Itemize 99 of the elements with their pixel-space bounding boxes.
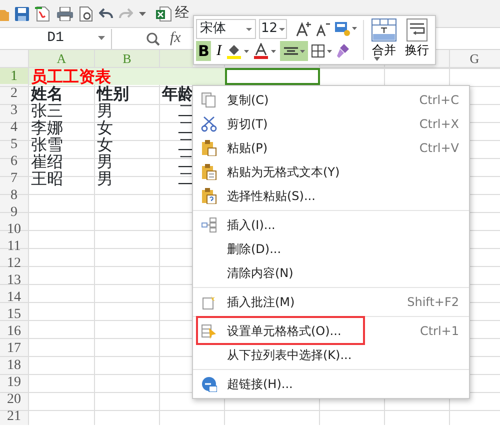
print-preview-icon[interactable] [79,6,93,22]
save-icon[interactable] [15,6,29,20]
bold-button[interactable]: B [196,41,212,61]
table-cell[interactable]: 员工工资表 [29,68,225,85]
clipboard-icon [201,164,217,180]
menu-item[interactable]: 插入批注(M) Shift+F2 [193,290,469,314]
table-cell-text: 性别 [96,84,129,103]
shortcut-label: Shift+F2 [407,294,459,311]
grow-font-icon[interactable] [296,21,312,37]
row-number[interactable]: 14 [0,289,28,305]
copy-icon [201,92,217,108]
table-cell-text: 二 [177,136,194,153]
menu-item[interactable]: 超链接(H)... [193,372,469,396]
name-box[interactable]: D1 [0,28,112,48]
column-header[interactable]: G [450,50,499,67]
table-cell-text: 张三 [31,101,63,120]
active-cell-cursor[interactable] [225,68,320,85]
shortcut-label: Ctrl+V [419,140,459,157]
cell-style-icon[interactable] [334,21,358,37]
table-cell-text: 张雪 [30,135,63,154]
fill-color-icon[interactable] [226,43,250,59]
row-number[interactable]: 6 [0,153,28,169]
table-cell-text: 王昭 [30,169,63,188]
dropdown-caret-icon[interactable] [98,36,105,40]
merge-cells-icon [371,18,397,42]
row-number[interactable]: 1 [0,68,28,84]
table-cell-text: 崔绍 [30,152,63,171]
menu-item[interactable]: 设置单元格格式(O)... Ctrl+1 [193,319,469,343]
document-tab[interactable]: 经 [156,3,189,24]
menu-item[interactable]: 剪切(T) Ctrl+X [193,112,469,136]
shrink-font-icon[interactable] [315,21,331,37]
row-number[interactable]: 10 [0,221,28,237]
insert-function-button[interactable]: fx [170,27,181,50]
print-icon[interactable] [57,6,73,20]
row-number[interactable]: 5 [0,136,28,152]
clipboard-icon [201,140,217,156]
align-center-icon [282,45,306,57]
table-cell-text: 二 [178,102,194,119]
row-number[interactable]: 13 [0,272,28,288]
table-cell-text: 年龄 [160,84,194,103]
row-number[interactable]: 7 [0,170,28,186]
table-cell-text: 男 [97,101,113,120]
table-cell-text: 二 [177,153,194,170]
font-size-select[interactable]: 12 [259,19,287,39]
clipboard-icon [201,188,217,204]
row-number[interactable]: 12 [0,255,28,271]
shortcut-label: Ctrl+C [419,92,459,109]
sheet-title: 员工工资表 [30,67,111,86]
row-number[interactable]: 8 [0,187,28,203]
font-select[interactable]: 宋体 [196,19,256,39]
row-number[interactable]: 2 [0,85,28,101]
scissors-icon [201,116,217,132]
format-cells-icon [201,323,217,339]
row-number[interactable]: 11 [0,238,28,254]
italic-button[interactable]: I [214,41,224,61]
table-cell-text: 李娜 [30,118,63,137]
wrap-text-button[interactable]: 换行 [401,16,433,64]
dropdown-caret-icon[interactable] [139,12,146,16]
insert-cells-icon [201,217,217,233]
font-color-icon[interactable] [253,43,278,59]
table-cell-text: 男 [96,169,113,188]
row-number[interactable]: 17 [0,340,28,356]
row-number[interactable]: 16 [0,323,28,339]
hyperlink-globe-icon [201,376,217,392]
row-number[interactable]: 4 [0,119,28,135]
table-cell-text: 姓名 [30,84,63,103]
row-number[interactable]: 19 [0,374,28,390]
menu-item[interactable]: 粘贴为无格式文本(Y) [193,160,469,184]
menu-item[interactable]: 删除(D)... [193,237,469,261]
row-number[interactable]: 21 [0,408,28,424]
align-button[interactable] [280,41,308,61]
merge-button[interactable]: 合并 [367,16,401,64]
format-brush-icon[interactable] [336,43,350,59]
wrap-text-icon [406,18,428,42]
table-cell-text: 二 [177,170,194,187]
table-cell-text: 二 [177,119,194,136]
row-number[interactable]: 9 [0,204,28,220]
undo-icon[interactable] [99,8,113,20]
menu-item[interactable]: 粘贴(P) Ctrl+V [193,136,469,160]
table-cell-text: 女 [96,135,113,154]
shortcut-label: Ctrl+1 [420,323,459,340]
row-number[interactable]: 20 [0,391,28,407]
comment-note-icon [201,294,217,310]
row-number[interactable]: 18 [0,357,28,373]
table-cell-text: 男 [96,152,113,171]
shortcut-label: Ctrl+X [419,116,459,133]
menu-item[interactable]: 插入(I)... [193,213,469,237]
pdf-icon[interactable] [35,6,51,22]
menu-item[interactable]: 复制(C) Ctrl+C [193,88,469,112]
row-number[interactable]: 3 [0,102,28,118]
menu-item[interactable]: 从下拉列表中选择(K)... [193,343,469,367]
menu-item[interactable]: 选择性粘贴(S)... [193,184,469,208]
row-number[interactable]: 15 [0,306,28,322]
dropdown-caret-icon [372,57,380,61]
zoom-search-icon[interactable] [146,32,160,46]
borders-icon[interactable] [311,44,334,58]
table-cell-text: 女 [96,118,113,137]
menu-item[interactable]: 清除内容(N) [193,261,469,285]
spreadsheet-file-icon [156,6,172,22]
